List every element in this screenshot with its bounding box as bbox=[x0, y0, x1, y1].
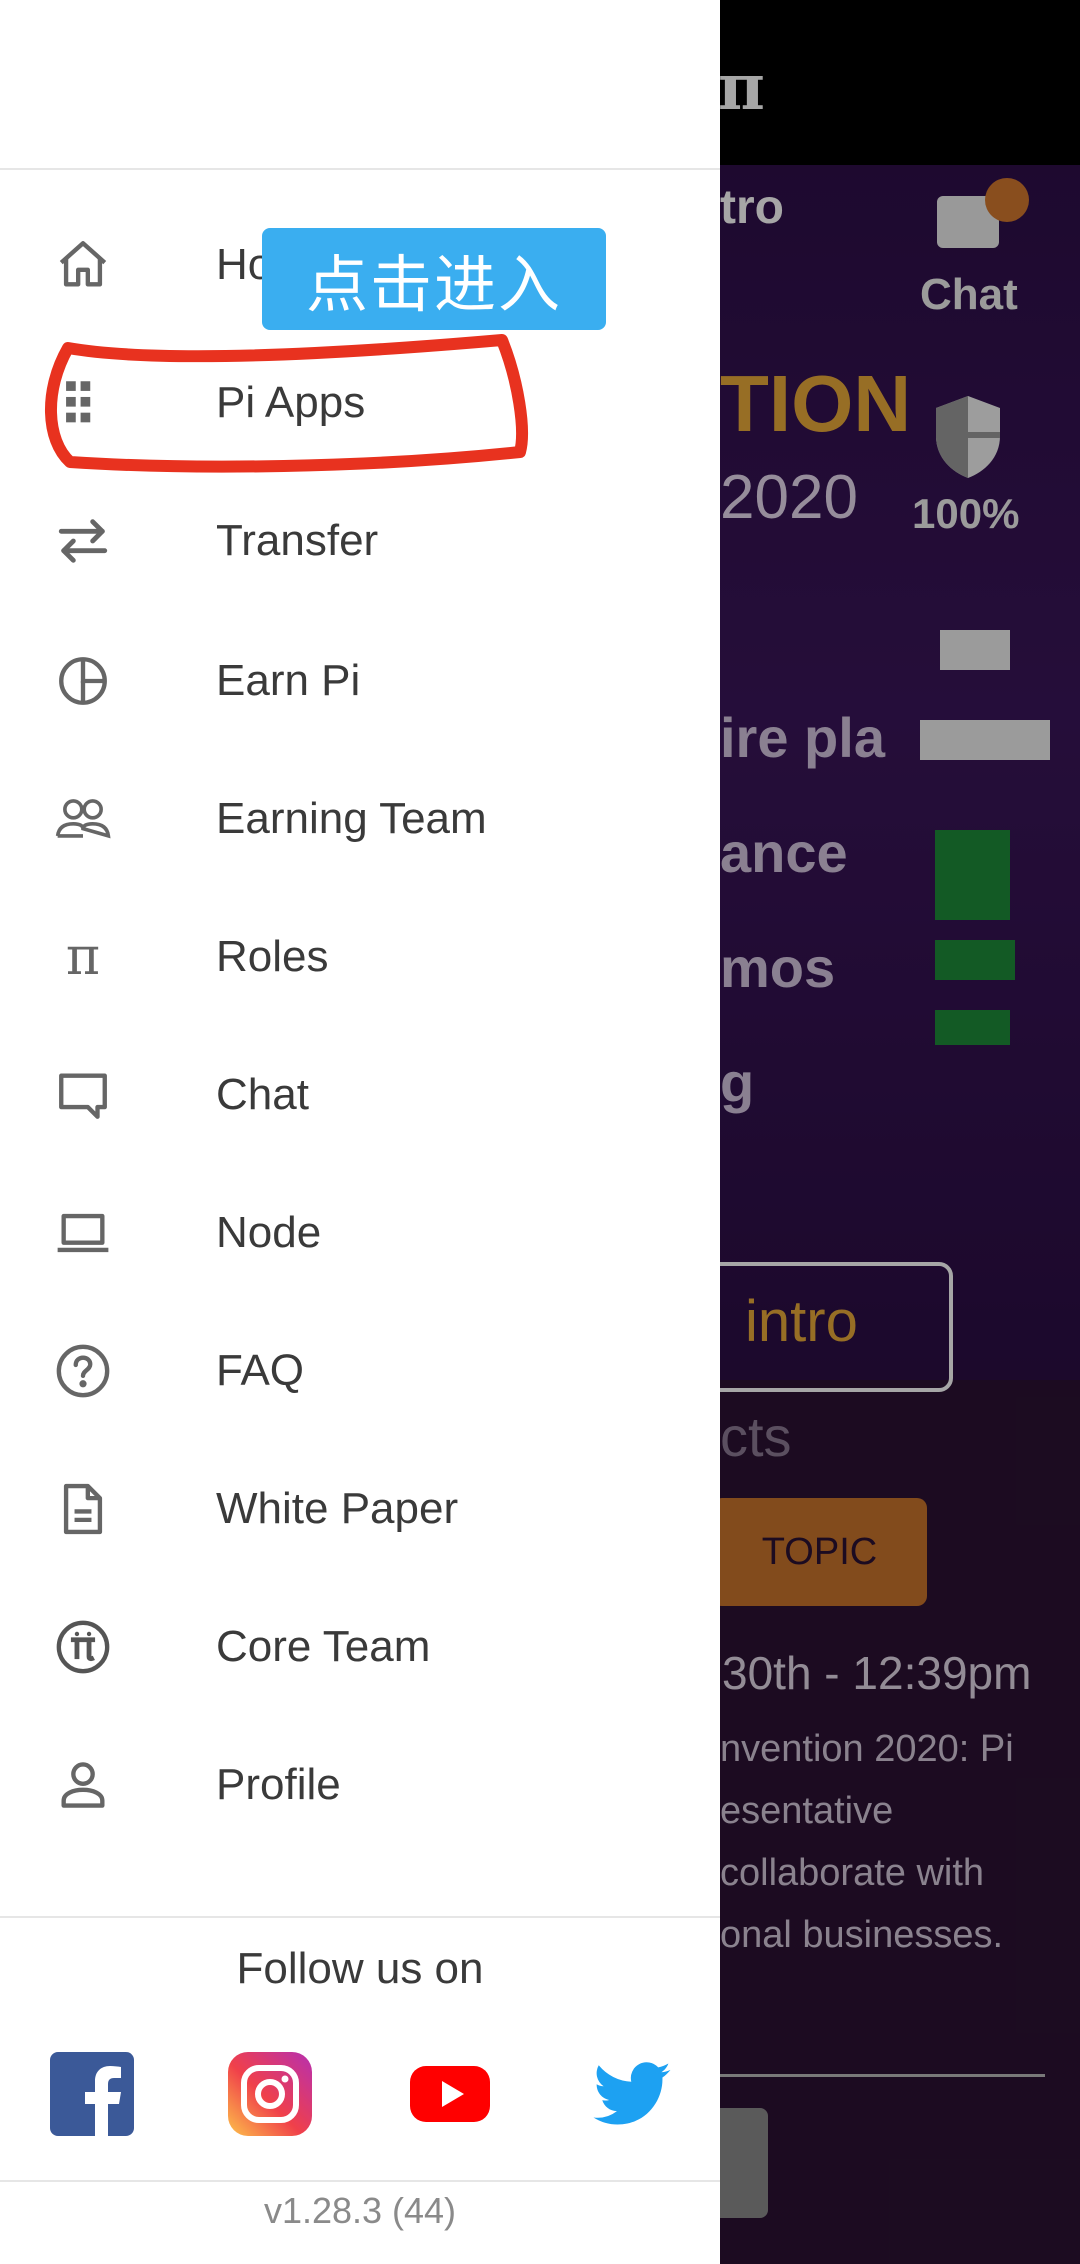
instagram-icon[interactable] bbox=[228, 2052, 312, 2136]
person-icon bbox=[52, 1756, 114, 1814]
menu-item-label: Core Team bbox=[216, 1622, 431, 1671]
menu-item-label: Chat bbox=[216, 1070, 309, 1119]
menu-item-earn-pi[interactable]: Earn Pi bbox=[0, 614, 720, 744]
twitter-icon[interactable] bbox=[590, 2052, 674, 2136]
follow-us-title: Follow us on bbox=[236, 1944, 484, 1993]
menu-item-label: Roles bbox=[216, 932, 329, 981]
home-icon bbox=[52, 236, 114, 294]
menu-item-faq[interactable]: FAQ bbox=[0, 1304, 720, 1434]
menu-item-white-paper[interactable]: White Paper bbox=[0, 1442, 720, 1572]
drawer-header bbox=[0, 0, 720, 170]
app-version: v1.28.3 (44) bbox=[263, 2190, 457, 2231]
menu-item-label: Node bbox=[216, 1208, 322, 1257]
menu-item-label: FAQ bbox=[216, 1346, 305, 1395]
menu-item-earning-team[interactable]: Earning Team bbox=[0, 752, 720, 882]
menu-item-label: White Paper bbox=[216, 1484, 459, 1533]
facebook-icon[interactable] bbox=[50, 2052, 134, 2136]
menu-item-roles[interactable]: π Roles bbox=[0, 890, 720, 1020]
chat-icon bbox=[52, 1066, 114, 1124]
pie-chart-icon bbox=[52, 652, 114, 710]
help-icon bbox=[52, 1342, 114, 1400]
youtube-icon[interactable] bbox=[408, 2052, 492, 2136]
menu-item-label: Profile bbox=[216, 1760, 341, 1809]
menu-item-transfer[interactable]: Transfer bbox=[0, 474, 720, 604]
divider bbox=[0, 1916, 720, 1918]
divider bbox=[0, 2180, 720, 2182]
menu-item-chat[interactable]: Chat bbox=[0, 1028, 720, 1158]
tap-here-callout: 点击进入 bbox=[262, 228, 606, 330]
highlight-circle bbox=[45, 334, 528, 473]
menu-item-label: Earning Team bbox=[216, 794, 487, 843]
pi-coin-icon bbox=[52, 1618, 114, 1676]
pi-icon: π bbox=[65, 927, 101, 987]
menu-item-label: Transfer bbox=[216, 516, 379, 565]
menu-item-core-team[interactable]: Core Team bbox=[0, 1580, 720, 1710]
menu-item-profile[interactable]: Profile bbox=[0, 1718, 720, 1848]
document-icon bbox=[52, 1480, 114, 1538]
menu-item-label: Earn Pi bbox=[216, 656, 361, 705]
menu-item-node[interactable]: Node bbox=[0, 1166, 720, 1296]
laptop-icon bbox=[52, 1204, 114, 1262]
transfer-icon bbox=[52, 512, 114, 570]
team-icon bbox=[52, 790, 114, 848]
